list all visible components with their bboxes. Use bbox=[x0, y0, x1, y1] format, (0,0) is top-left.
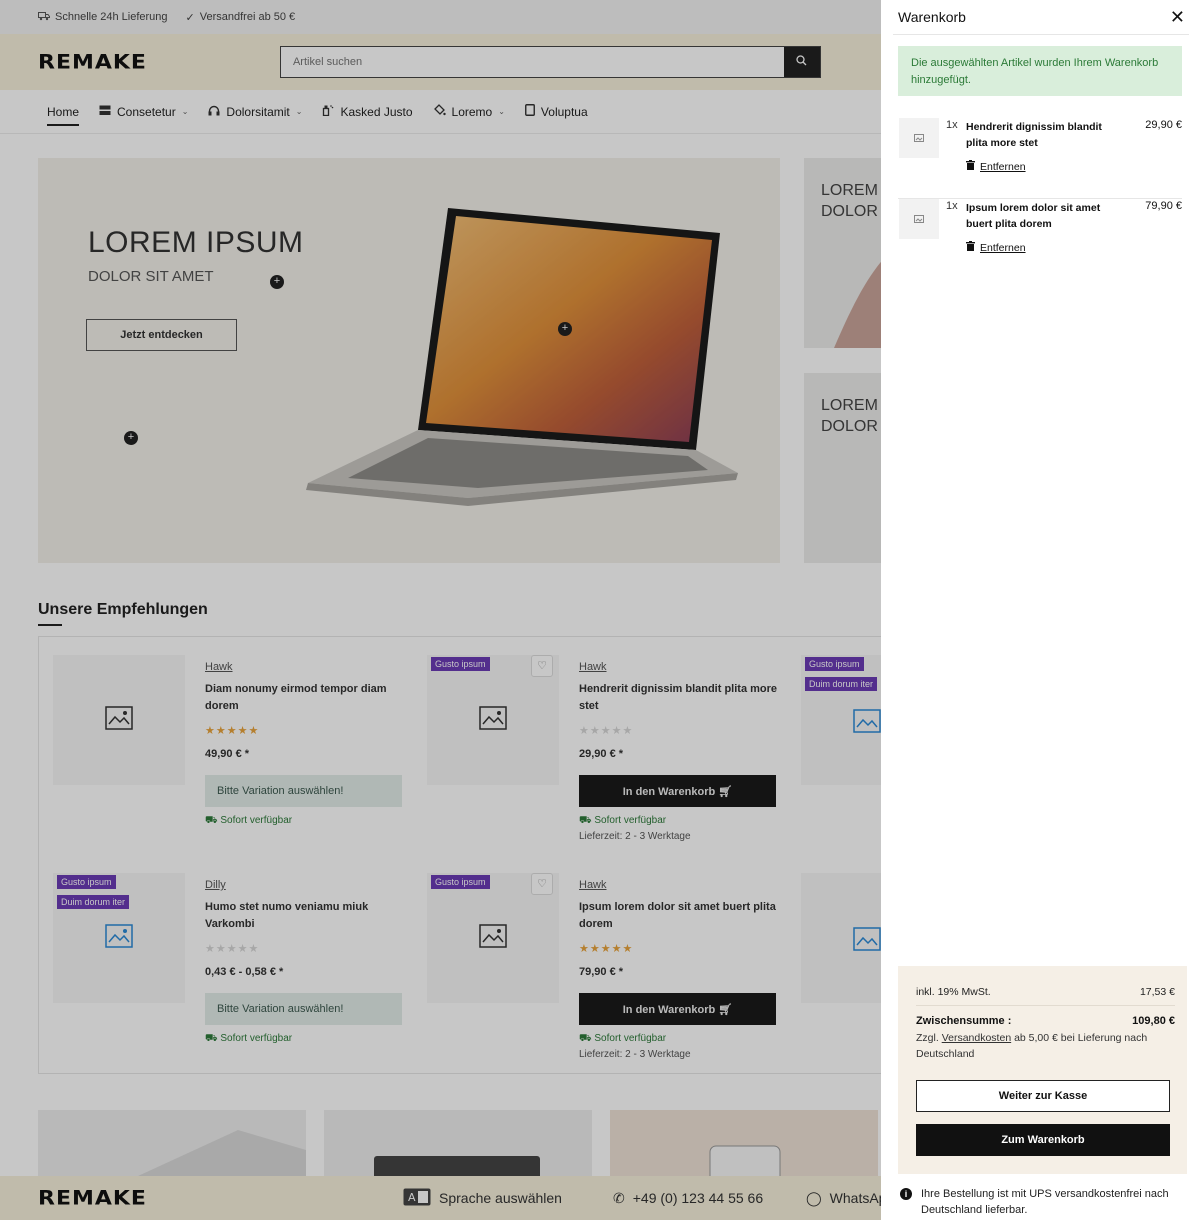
cart-line-item: 1x Hendrerit dignissim blandit plita mor… bbox=[898, 118, 1182, 199]
line-product-name[interactable]: Ipsum lorem dolor sit amet buert plita d… bbox=[966, 200, 1116, 232]
image-placeholder-icon bbox=[914, 129, 924, 147]
cart-line-item: 1x Ipsum lorem dolor sit amet buert plit… bbox=[898, 199, 1182, 280]
trash-icon bbox=[966, 160, 975, 173]
shipping-note: Zzgl. Versandkosten ab 5,00 € bei Liefer… bbox=[916, 1030, 1166, 1062]
ups-note-text: Ihre Bestellung ist mit UPS versandkoste… bbox=[921, 1188, 1169, 1216]
line-price: 79,90 € bbox=[1145, 200, 1182, 212]
vat-value: 17,53 € bbox=[1139, 986, 1175, 998]
checkout-button[interactable]: Weiter zur Kasse bbox=[916, 1080, 1170, 1112]
product-thumbnail[interactable] bbox=[899, 199, 939, 239]
subtotal-label: Zwischensumme : bbox=[916, 1015, 1012, 1027]
line-quantity: 1x bbox=[946, 200, 958, 212]
info-icon: i bbox=[900, 1188, 912, 1200]
shipping-costs-link[interactable]: Versandkosten bbox=[942, 1032, 1011, 1044]
summary-divider bbox=[916, 1005, 1175, 1006]
vat-label: inkl. 19% MwSt. bbox=[916, 986, 991, 998]
cart-drawer: Warenkorb ✕ Die ausgewählten Artikel wur… bbox=[881, 0, 1200, 1220]
remove-button[interactable]: Entfernen bbox=[966, 241, 1026, 254]
ups-shipping-note: i Ihre Bestellung ist mit UPS versandkos… bbox=[900, 1186, 1190, 1218]
trash-icon bbox=[966, 241, 975, 254]
success-alert: Die ausgewählten Artikel wurden Ihrem Wa… bbox=[898, 46, 1182, 96]
line-product-name[interactable]: Hendrerit dignissim blandit plita more s… bbox=[966, 119, 1116, 151]
subtotal-row: Zwischensumme : 109,80 € bbox=[916, 1015, 1175, 1027]
remove-label: Entfernen bbox=[980, 241, 1026, 254]
line-price: 29,90 € bbox=[1145, 119, 1182, 131]
cart-summary: inkl. 19% MwSt. 17,53 € Zwischensumme : … bbox=[898, 966, 1187, 1174]
subtotal-value: 109,80 € bbox=[1132, 1015, 1175, 1027]
product-thumbnail[interactable] bbox=[899, 118, 939, 158]
vat-row: inkl. 19% MwSt. 17,53 € bbox=[916, 986, 1175, 998]
close-icon[interactable]: ✕ bbox=[1170, 8, 1185, 26]
line-quantity: 1x bbox=[946, 119, 958, 131]
remove-label: Entfernen bbox=[980, 160, 1026, 173]
view-cart-button[interactable]: Zum Warenkorb bbox=[916, 1124, 1170, 1156]
cart-header: Warenkorb ✕ bbox=[893, 0, 1189, 35]
remove-button[interactable]: Entfernen bbox=[966, 160, 1026, 173]
cart-title: Warenkorb bbox=[898, 9, 966, 25]
shipping-prefix: Zzgl. bbox=[916, 1032, 939, 1044]
image-placeholder-icon bbox=[914, 210, 924, 228]
